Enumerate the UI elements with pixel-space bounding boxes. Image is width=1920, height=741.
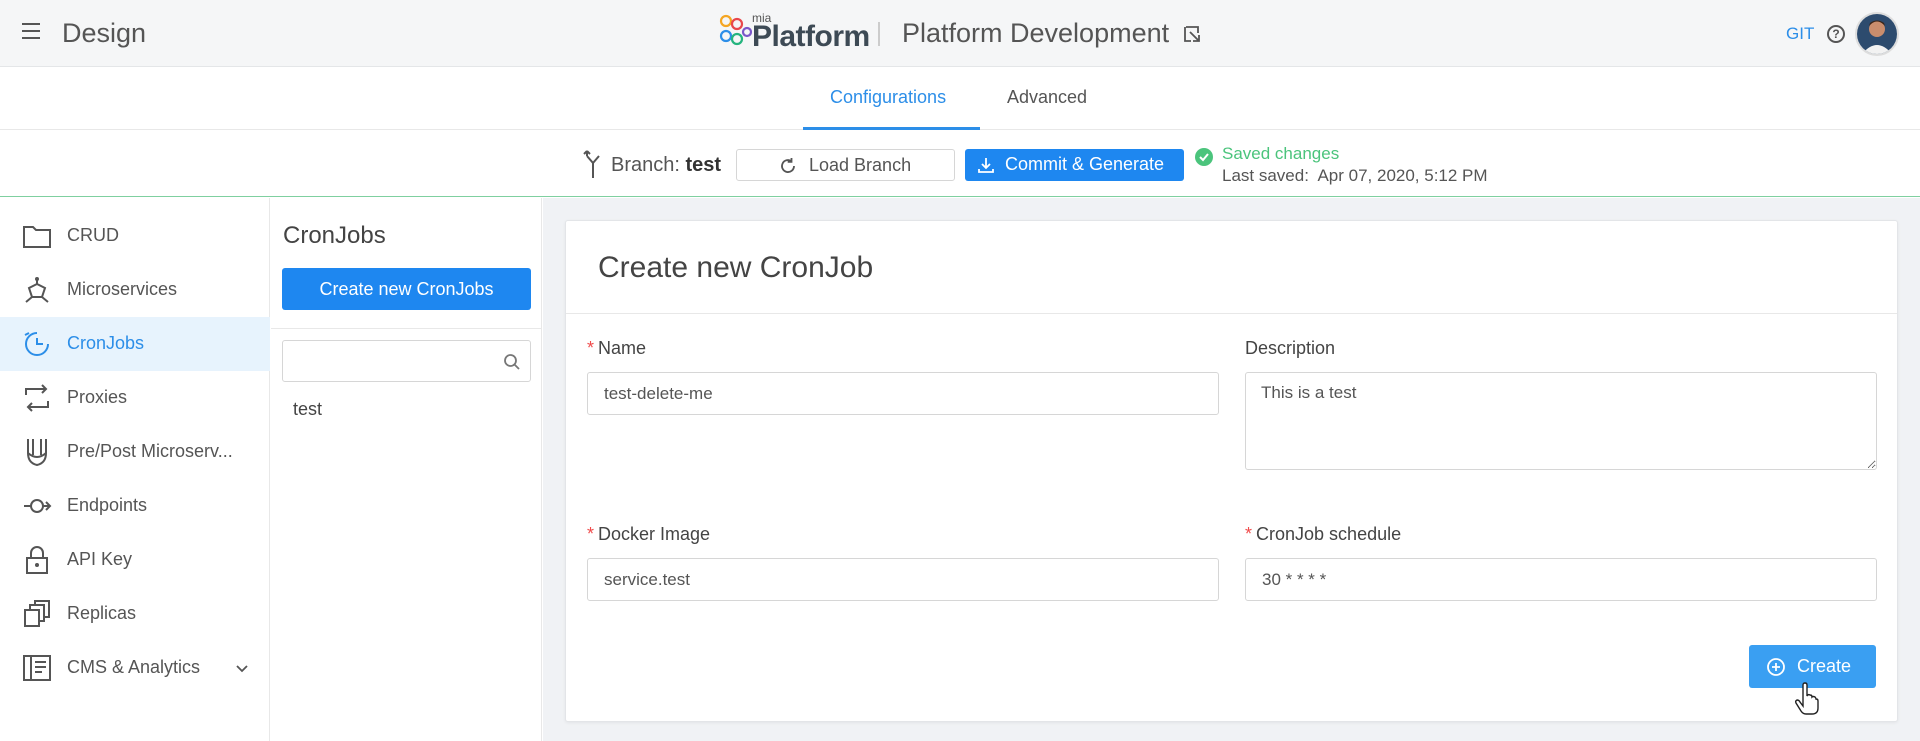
external-link-icon[interactable]	[1182, 24, 1202, 44]
create-button-label: Create	[1797, 656, 1852, 676]
branch-name: test	[685, 154, 722, 176]
create-new-cronjobs-button[interactable]: Create new CronJobs	[282, 268, 531, 310]
list-divider	[271, 328, 542, 329]
proxy-icon	[25, 384, 49, 412]
mia-platform-logo: mia Platform	[718, 11, 870, 53]
logo-hexagons-icon	[719, 14, 752, 46]
endpoint-icon	[24, 499, 52, 513]
sidebar-item-label: API Key	[67, 549, 133, 569]
section-title: Design	[62, 18, 147, 48]
sidebar-item-label: Proxies	[67, 387, 128, 407]
sidebar-item-replicas[interactable]: Replicas	[0, 587, 270, 641]
schedule-label-text: CronJob schedule	[1256, 524, 1402, 544]
sidebar-item-pre-post[interactable]: Pre/Post Microserv...	[0, 425, 270, 479]
saved-check-icon	[1195, 148, 1213, 166]
tab-advanced[interactable]: Advanced	[1007, 87, 1087, 108]
sidebar-item-label: CronJobs	[67, 333, 145, 353]
sidebar-item-crud[interactable]: CRUD	[0, 209, 270, 263]
download-icon	[978, 158, 994, 173]
required-mark: *	[1245, 524, 1253, 544]
git-link[interactable]: GIT	[1786, 24, 1814, 44]
description-field[interactable]: This is a test	[1245, 372, 1877, 470]
sidebar-item-label: Pre/Post Microserv...	[67, 441, 233, 461]
branch-icon	[583, 150, 600, 178]
load-branch-button[interactable]: Load Branch	[736, 149, 955, 181]
chevron-down-icon	[236, 665, 248, 673]
sidebar-item-label: Replicas	[67, 603, 137, 623]
list-item[interactable]: test	[293, 399, 322, 420]
list-title: CronJobs	[283, 222, 386, 249]
user-avatar[interactable]	[1855, 12, 1899, 56]
sidebar-item-label: CRUD	[67, 225, 119, 245]
decorator-icon	[27, 439, 47, 467]
sidebar-item-label: Endpoints	[67, 495, 148, 515]
load-branch-label: Load Branch	[809, 155, 912, 175]
sidebar-item-label: Microservices	[67, 279, 178, 299]
schedule-field[interactable]	[1245, 558, 1877, 601]
cronjobs-list-panel: CronJobs Create new CronJobs test	[271, 198, 542, 741]
card-divider	[566, 313, 1897, 314]
sidebar: CRUD Microservices CronJobs Proxies Pre/…	[0, 198, 270, 741]
required-mark: *	[587, 338, 595, 358]
lock-icon	[26, 546, 48, 574]
name-label-text: Name	[598, 338, 647, 358]
saved-status: Saved changes	[1222, 144, 1340, 163]
plus-circle-icon	[1767, 658, 1785, 676]
sidebar-item-cronjobs[interactable]: CronJobs	[0, 317, 270, 371]
cms-icon	[23, 655, 51, 681]
name-label: * Name	[587, 338, 646, 359]
help-icon[interactable]: ?	[1827, 25, 1845, 43]
project-name: Platform Development	[902, 18, 1170, 48]
branch-label: Branch: test	[611, 154, 721, 177]
schedule-label: * CronJob schedule	[1245, 524, 1401, 545]
search-input[interactable]	[291, 347, 491, 375]
replicas-icon	[24, 600, 50, 627]
branch-bar: Branch: test Load Branch Commit & Genera…	[0, 130, 1920, 197]
menu-icon[interactable]	[22, 23, 40, 43]
required-mark: *	[587, 524, 595, 544]
sidebar-item-proxies[interactable]: Proxies	[0, 371, 270, 425]
sidebar-item-label: CMS & Analytics	[67, 657, 201, 677]
logo-platform-text: Platform	[752, 20, 870, 53]
commit-generate-button[interactable]: Commit & Generate	[965, 149, 1184, 181]
description-label: Description	[1245, 338, 1336, 358]
docker-image-label: * Docker Image	[587, 524, 710, 545]
hand-cursor-icon	[1794, 682, 1819, 715]
tabs-bar: Configurations Advanced	[0, 67, 1920, 130]
last-saved-timestamp: Last saved: Apr 07, 2020, 5:12 PM	[1222, 166, 1488, 185]
search-icon[interactable]	[503, 353, 521, 371]
branch-prefix: Branch:	[611, 154, 686, 176]
refresh-icon	[781, 158, 795, 173]
folder-icon	[23, 226, 51, 248]
header-divider	[878, 22, 880, 46]
search-box	[282, 340, 531, 382]
create-cronjob-card: Create new CronJob	[565, 220, 1898, 722]
top-header: Design mia Platform Platform Development…	[0, 0, 1920, 67]
commit-generate-label: Commit & Generate	[1005, 154, 1165, 174]
name-field[interactable]	[587, 372, 1219, 415]
sidebar-item-cms-analytics[interactable]: CMS & Analytics	[0, 641, 270, 695]
clock-icon	[24, 332, 49, 356]
microservices-icon	[25, 277, 49, 303]
docker-image-field[interactable]	[587, 558, 1219, 601]
tab-configurations[interactable]: Configurations	[830, 87, 946, 108]
form-title: Create new CronJob	[598, 251, 874, 284]
sidebar-item-api-key[interactable]: API Key	[0, 533, 270, 587]
sidebar-item-endpoints[interactable]: Endpoints	[0, 479, 270, 533]
sidebar-item-microservices[interactable]: Microservices	[0, 263, 270, 317]
docker-image-label-text: Docker Image	[598, 524, 711, 544]
